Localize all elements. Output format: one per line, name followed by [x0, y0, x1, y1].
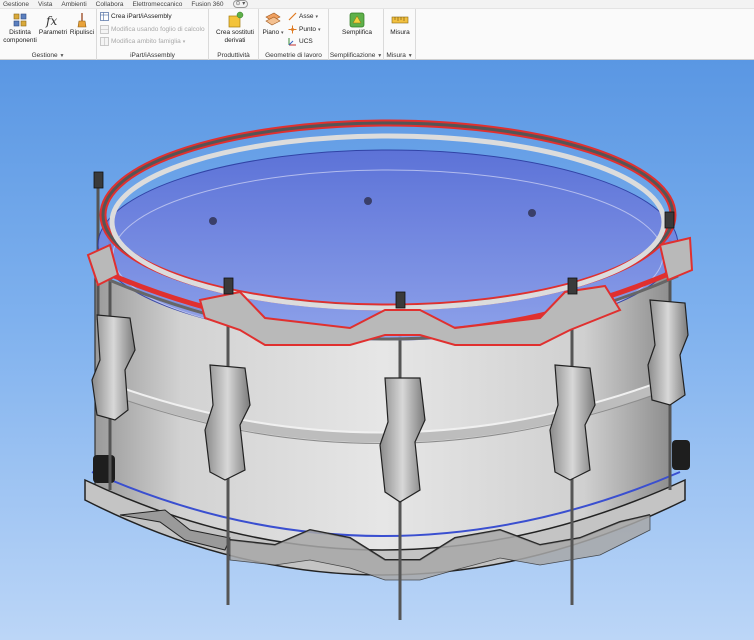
- modifica-foglio-button[interactable]: Modifica usando foglio di calcolo: [100, 25, 205, 34]
- ucs-button[interactable]: UCS: [288, 37, 313, 46]
- tab-elettromeccanico[interactable]: Elettromeccanico: [133, 0, 183, 9]
- asse-label: Asse: [299, 13, 314, 20]
- crea-ipart-button[interactable]: Crea iPart/iAssembly: [100, 12, 172, 21]
- tab-ambienti[interactable]: Ambienti: [61, 0, 86, 9]
- modifica-ambito-button[interactable]: Modifica ambito famiglia ▾: [100, 37, 185, 46]
- asse-button[interactable]: Asse ▾: [288, 12, 318, 21]
- panel-produttivita-label: Produttività: [217, 52, 250, 59]
- panel-produttivita: Crea sostituti derivati Produttività: [209, 9, 259, 60]
- semplifica-button[interactable]: Semplifica: [337, 11, 377, 37]
- ripulisci-label: Ripulisci: [69, 29, 95, 36]
- piano-label: Piano ▾: [262, 29, 284, 36]
- panel-misura-label[interactable]: Misura ▼: [384, 52, 415, 59]
- parametri-button[interactable]: fx Parametri: [38, 11, 68, 37]
- panel-geometrie-label: Geometrie di lavoro: [265, 52, 322, 59]
- punto-label: Punto: [299, 26, 316, 33]
- work-axis-icon: [288, 12, 297, 21]
- semplifica-label: Semplifica: [342, 29, 372, 36]
- panel-geometrie: Piano ▾ Asse ▾ Punto ▾ UCS Geometrie di …: [259, 9, 329, 60]
- tab-gestione[interactable]: Gestione: [3, 0, 29, 9]
- panel-ipart-label: iPart/iAssembly: [130, 52, 175, 59]
- fx-icon: fx: [44, 11, 62, 29]
- modifica-ambito-label: Modifica ambito famiglia: [111, 38, 181, 45]
- work-plane-icon: [264, 11, 282, 29]
- modifica-foglio-label: Modifica usando foglio di calcolo: [111, 26, 205, 33]
- ribbon-options-button[interactable]: ⊙ ▾: [232, 0, 249, 8]
- spreadsheet-icon: [100, 25, 109, 34]
- tab-collabora[interactable]: Collabora: [96, 0, 124, 9]
- panel-semplificazione-label[interactable]: Semplificazione ▼: [329, 52, 383, 59]
- crea-sostituti-button[interactable]: Crea sostituti derivati: [213, 11, 257, 44]
- derived-substitute-icon: [226, 11, 244, 29]
- distinta-componenti-label: Distinta componenti: [3, 29, 37, 44]
- panel-gestione-label[interactable]: Gestione ▼: [0, 52, 96, 59]
- panel-semplificazione: Semplifica Semplificazione ▼: [329, 9, 384, 60]
- measure-icon: [391, 11, 409, 29]
- chevron-down-icon: ▾: [182, 38, 186, 45]
- ucs-icon: [288, 37, 297, 46]
- graphics-viewport[interactable]: [0, 60, 754, 640]
- snare-drum-model[interactable]: [0, 60, 754, 640]
- tab-fusion-360[interactable]: Fusion 360: [191, 0, 223, 9]
- crea-ipart-label: Crea iPart/iAssembly: [111, 13, 172, 20]
- ucs-label: UCS: [299, 38, 313, 45]
- panel-ipart: Crea iPart/iAssembly Modifica usando fog…: [97, 9, 209, 60]
- ribbon: Distinta componenti fx Parametri Ripulis…: [0, 9, 754, 60]
- panel-misura: Misura Misura ▼: [384, 9, 416, 60]
- crea-sostituti-label: Crea sostituti derivati: [216, 29, 254, 44]
- misura-label: Misura: [390, 29, 410, 36]
- panel-gestione: Distinta componenti fx Parametri Ripulis…: [0, 9, 97, 60]
- work-point-icon: [288, 25, 297, 34]
- ipart-table-icon: [100, 12, 109, 21]
- chevron-down-icon: ▾: [315, 13, 318, 20]
- parametri-label: Parametri: [38, 29, 68, 36]
- distinta-componenti-button[interactable]: Distinta componenti: [3, 11, 37, 44]
- chevron-down-icon: ▾: [318, 26, 321, 33]
- ripulisci-button[interactable]: Ripulisci: [69, 11, 95, 37]
- piano-button[interactable]: Piano ▾: [261, 11, 285, 38]
- bom-icon: [11, 11, 29, 29]
- punto-button[interactable]: Punto ▾: [288, 25, 321, 34]
- simplify-icon: [348, 11, 366, 29]
- tab-vista[interactable]: Vista: [38, 0, 52, 9]
- family-scope-icon: [100, 37, 109, 46]
- ribbon-tab-bar: Gestione Vista Ambienti Collabora Elettr…: [0, 0, 754, 9]
- misura-button[interactable]: Misura: [386, 11, 414, 37]
- broom-icon: [73, 11, 91, 29]
- svg-text:fx: fx: [45, 14, 57, 28]
